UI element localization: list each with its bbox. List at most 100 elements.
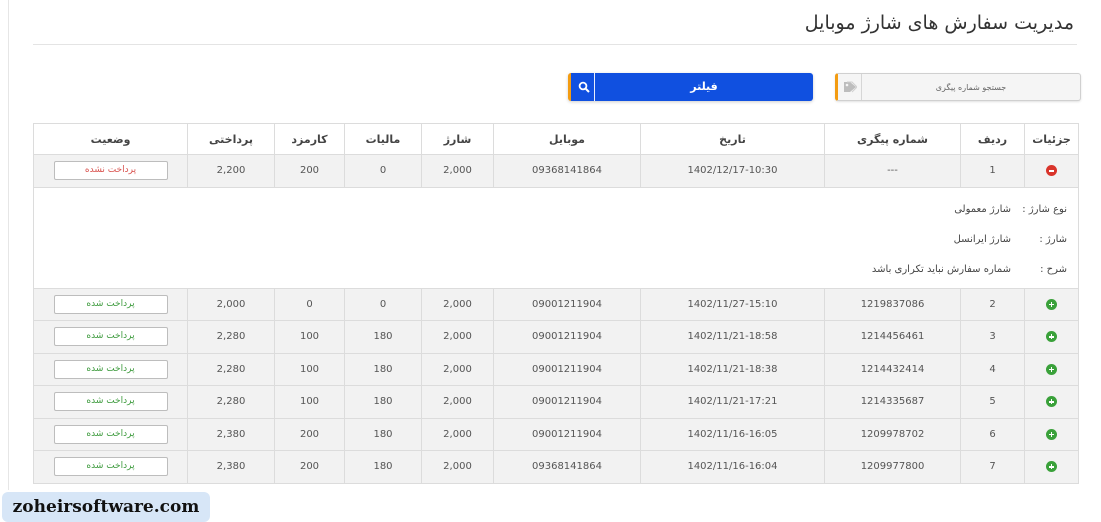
detail-value: شارژ معمولی — [954, 203, 1011, 215]
mobile-number: 09001211904 — [493, 352, 641, 386]
charge-amount: 2,000 — [421, 287, 494, 321]
expand-icon[interactable] — [1046, 396, 1057, 407]
detail-item: شارژ : شارژ ایرانسل — [34, 218, 1078, 248]
mobile-number: 09368141864 — [493, 154, 641, 188]
row-number: 5 — [960, 385, 1025, 419]
details-cell — [1024, 385, 1079, 419]
tax-amount: 180 — [344, 320, 422, 354]
left-divider — [8, 0, 9, 490]
tracking-number: 1209978702 — [824, 417, 961, 451]
table-row: 2 1219837086 1402/11/27-15:10 0900121190… — [33, 287, 1079, 321]
order-date: 1402/11/27-15:10 — [640, 287, 825, 321]
detail-label: شرح : — [1040, 263, 1067, 275]
status-badge: پرداخت شده — [53, 359, 168, 379]
mobile-number: 09001211904 — [493, 417, 641, 451]
row-number: 7 — [960, 450, 1025, 484]
details-cell — [1024, 287, 1079, 321]
status-cell: پرداخت شده — [33, 287, 188, 321]
title-divider — [33, 44, 1077, 45]
table-row: 6 1209978702 1402/11/16-16:05 0900121190… — [33, 417, 1079, 451]
order-date: 1402/11/21-18:58 — [640, 320, 825, 354]
order-date: 1402/11/21-17:21 — [640, 385, 825, 419]
row-number: 3 — [960, 320, 1025, 354]
filter-button-label: فیلتر — [690, 80, 718, 93]
collapse-icon[interactable] — [1046, 165, 1057, 176]
charge-amount: 2,000 — [421, 320, 494, 354]
tracking-number: --- — [824, 154, 961, 188]
header-tracking: شماره پیگری — [824, 123, 961, 155]
details-cell — [1024, 352, 1079, 386]
payment-amount: 2,200 — [187, 154, 275, 188]
table-row: 3 1214456461 1402/11/21-18:58 0900121190… — [33, 320, 1079, 354]
fee-amount: 200 — [274, 417, 345, 451]
charge-amount: 2,000 — [421, 154, 494, 188]
order-date: 1402/11/21-18:38 — [640, 352, 825, 386]
status-cell: پرداخت شده — [33, 385, 188, 419]
detail-item: شرح : شماره سفارش نباید تکراری باشد — [34, 248, 1078, 278]
tax-amount: 180 — [344, 352, 422, 386]
expand-icon[interactable] — [1046, 298, 1057, 310]
mobile-number: 09001211904 — [493, 287, 641, 321]
order-date: 1402/12/17-10:30 — [640, 154, 825, 188]
fee-amount: 100 — [274, 385, 345, 419]
payment-amount: 2,380 — [187, 417, 275, 451]
expand-icon[interactable] — [1046, 363, 1057, 375]
status-badge: پرداخت شده — [53, 327, 168, 347]
expand-icon[interactable] — [1046, 428, 1057, 440]
fee-amount: 100 — [274, 320, 345, 354]
details-cell — [1024, 154, 1079, 188]
order-date: 1402/11/16-16:04 — [640, 450, 825, 484]
tracking-number: 1214456461 — [824, 320, 961, 354]
expand-icon[interactable] — [1046, 461, 1057, 472]
tax-amount: 180 — [344, 450, 422, 484]
fee-amount: 200 — [274, 154, 345, 188]
charge-amount: 2,000 — [421, 417, 494, 451]
row-number: 1 — [960, 154, 1025, 188]
header-date: تاریخ — [640, 123, 825, 155]
filter-button[interactable]: فیلتر — [568, 73, 813, 101]
fee-amount: 100 — [274, 352, 345, 386]
mobile-number: 09001211904 — [493, 320, 641, 354]
header-row: ردیف — [960, 123, 1025, 155]
payment-amount: 2,280 — [187, 352, 275, 386]
tracking-number: 1214432414 — [824, 352, 961, 386]
status-cell: پرداخت نشده — [33, 154, 188, 188]
header-details: جزئیات — [1024, 123, 1079, 155]
table-row: 4 1214432414 1402/11/21-18:38 0900121190… — [33, 352, 1079, 386]
details-cell — [1024, 417, 1079, 451]
tracking-number: 1219837086 — [824, 287, 961, 321]
tracking-number: 1214335687 — [824, 385, 961, 419]
header-charge: شارژ — [421, 123, 494, 155]
header-status: وضعیت — [33, 123, 188, 155]
payment-amount: 2,000 — [187, 287, 275, 321]
table-row: 1 --- 1402/12/17-10:30 09368141864 2,000… — [33, 154, 1079, 188]
header-fee: کارمزد — [274, 123, 345, 155]
tax-amount: 180 — [344, 385, 422, 419]
status-cell: پرداخت شده — [33, 417, 188, 451]
tag-icon — [838, 74, 862, 100]
detail-value: شماره سفارش نباید تکراری باشد — [871, 263, 1011, 275]
tax-amount: 180 — [344, 417, 422, 451]
mobile-number: 09001211904 — [493, 385, 641, 419]
status-badge: پرداخت شده — [53, 392, 168, 412]
header-mobile: موبایل — [493, 123, 641, 155]
charge-amount: 2,000 — [421, 352, 494, 386]
search-box — [835, 73, 1081, 101]
status-badge: پرداخت شده — [53, 424, 168, 444]
order-date: 1402/11/16-16:05 — [640, 417, 825, 451]
charge-amount: 2,000 — [421, 385, 494, 419]
expand-icon[interactable] — [1046, 331, 1057, 342]
row-number: 4 — [960, 352, 1025, 386]
tracking-search-input[interactable] — [862, 74, 1080, 100]
charge-amount: 2,000 — [421, 450, 494, 484]
detail-panel: نوع شارژ : شارژ معمولی شارژ : شارژ ایران… — [33, 186, 1079, 289]
header-payment: پرداختی — [187, 123, 275, 155]
payment-amount: 2,280 — [187, 320, 275, 354]
details-cell — [1024, 450, 1079, 484]
fee-amount: 200 — [274, 450, 345, 484]
watermark: zoheirsoftware.com — [2, 492, 210, 522]
tax-amount: 0 — [344, 287, 422, 321]
details-cell — [1024, 320, 1079, 354]
payment-amount: 2,280 — [187, 385, 275, 419]
mobile-number: 09368141864 — [493, 450, 641, 484]
